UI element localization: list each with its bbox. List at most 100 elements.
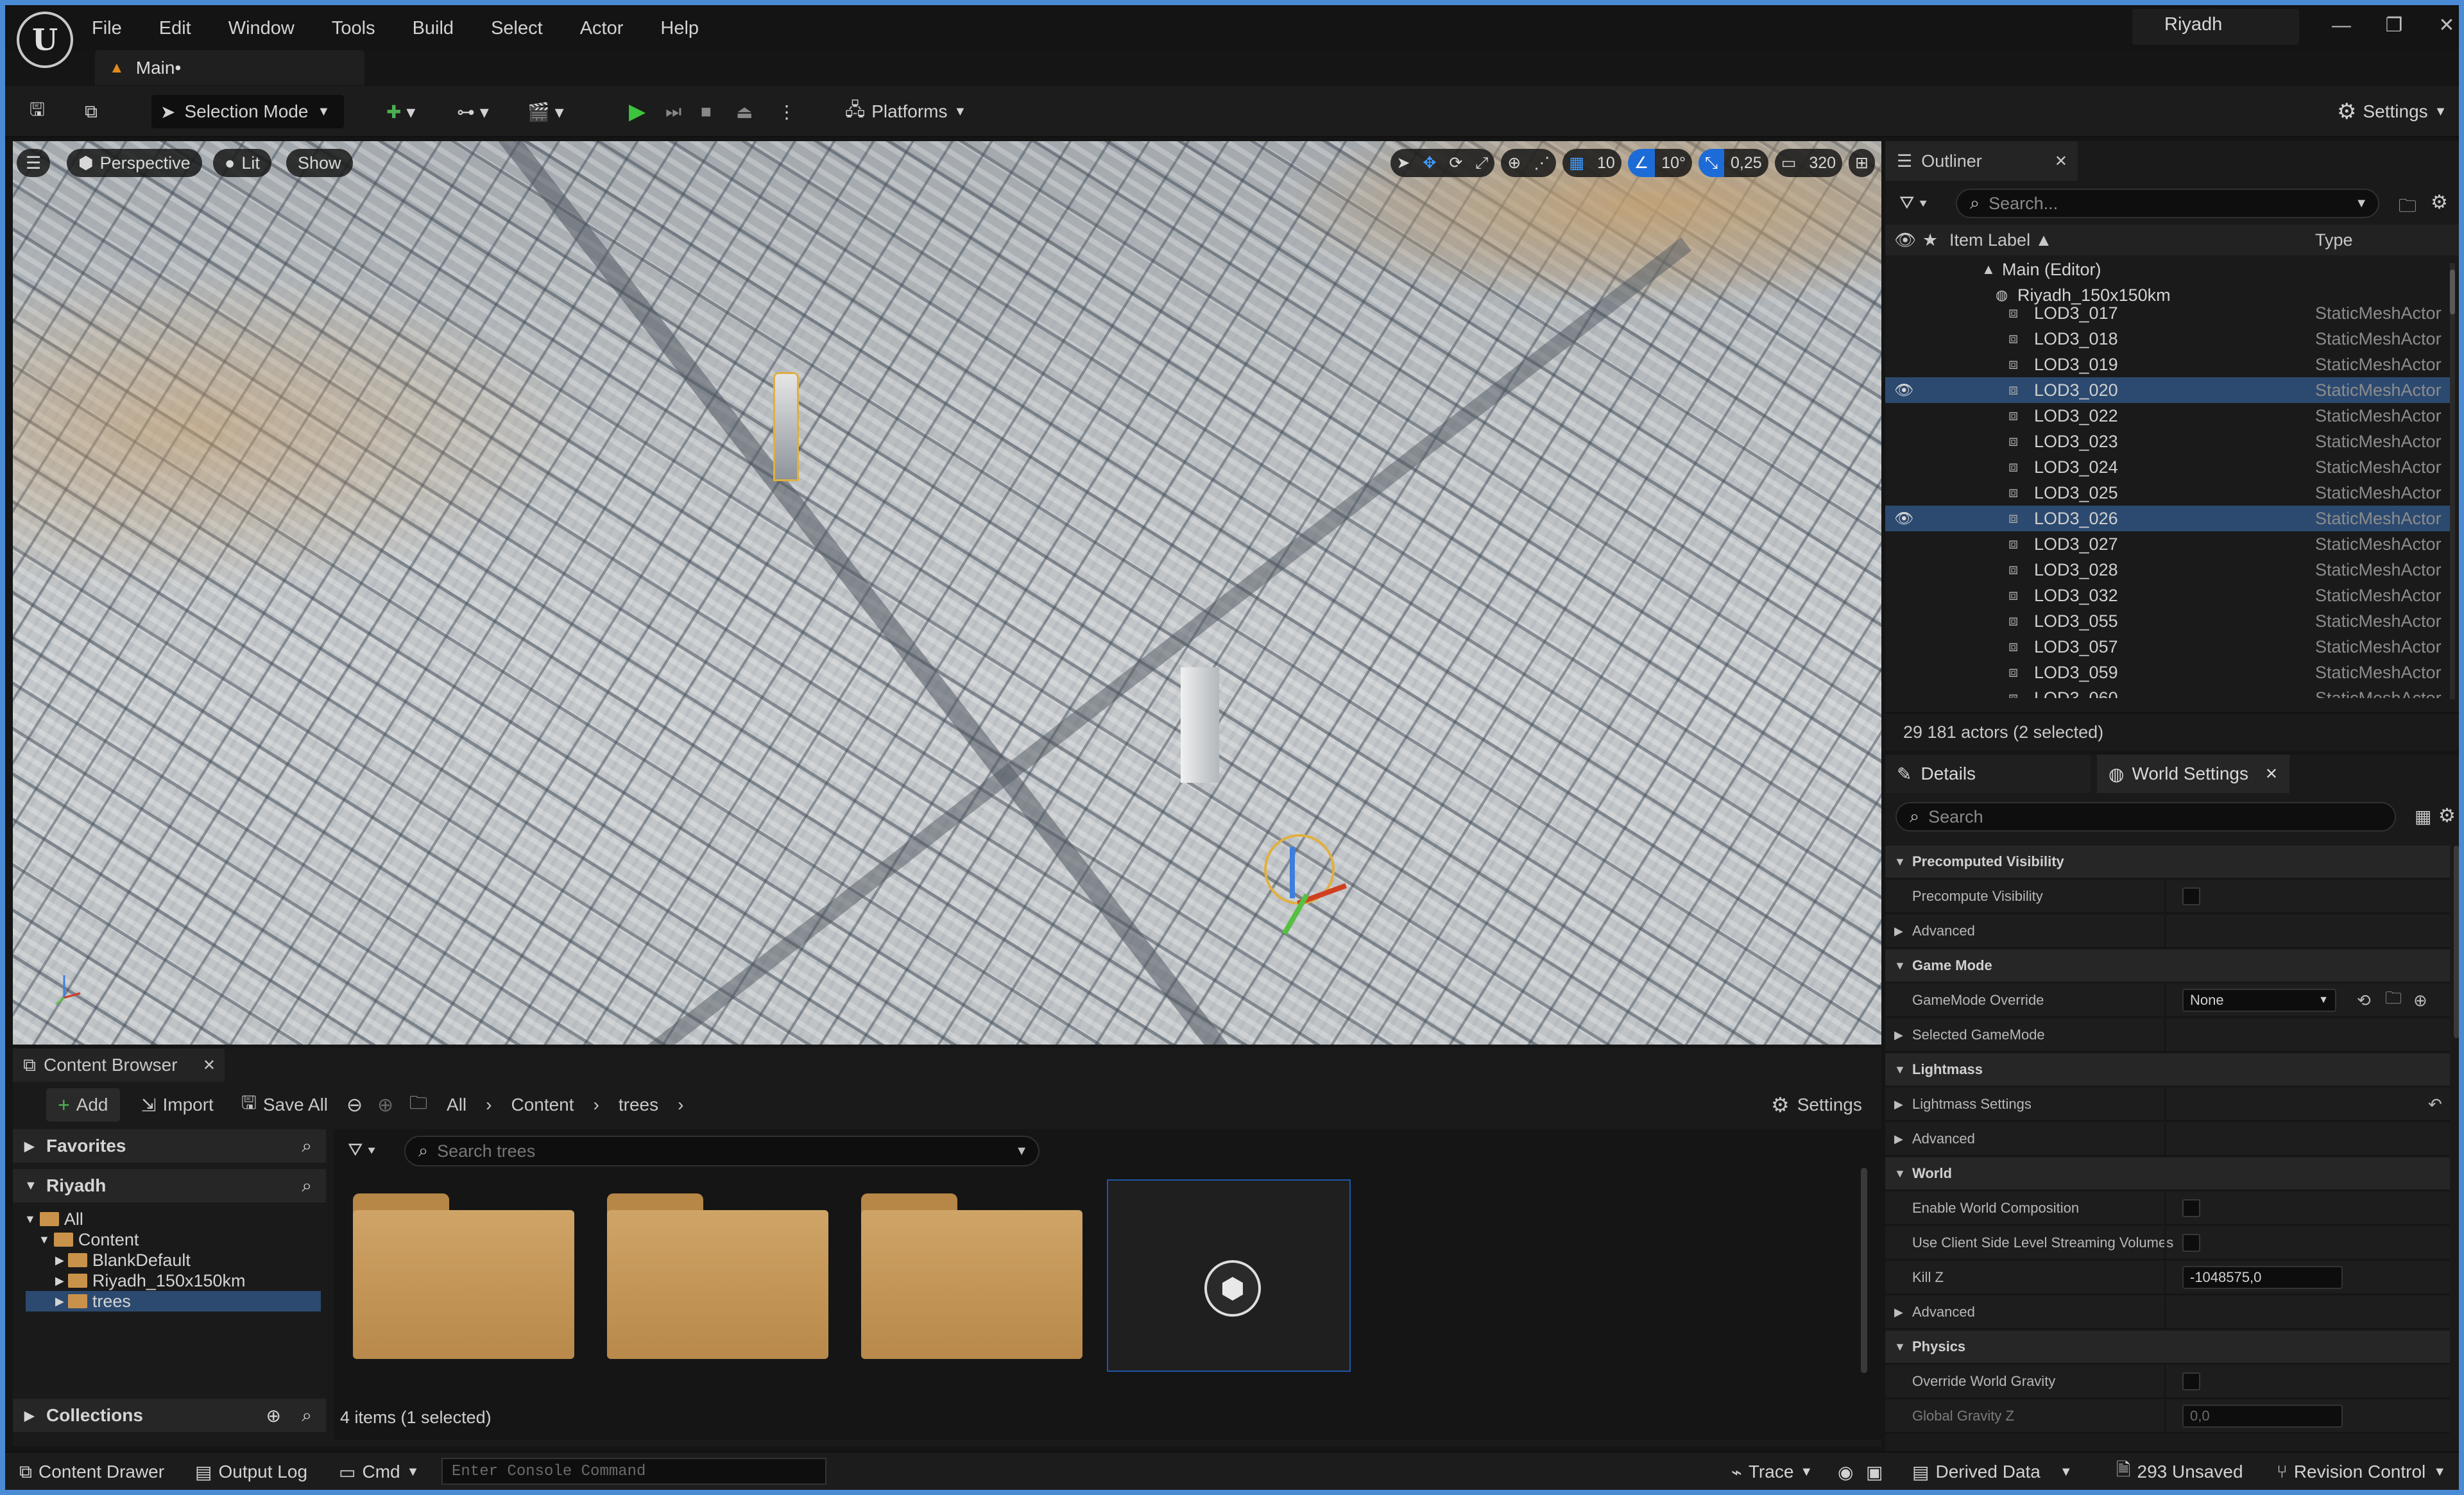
menu-tools[interactable]: Tools [332, 18, 375, 39]
rotation-snap-value[interactable]: 10° [1655, 149, 1693, 177]
cinematics-icon[interactable]: 🎬 ▾ [518, 95, 573, 128]
details-category[interactable]: ▼ Game Mode [1885, 950, 2450, 983]
details-property-row[interactable]: ▶ Advanced [1885, 1123, 2450, 1156]
outliner-row[interactable]: ⧈ LOD3_024 StaticMeshActor [1885, 454, 2450, 480]
details-property-row[interactable]: Kill Z -1048575,0 [1885, 1261, 2450, 1295]
menu-build[interactable]: Build [413, 18, 454, 39]
chevron-down-icon[interactable]: ▼ [2355, 196, 2368, 211]
content-icon[interactable]: ⧉ [76, 95, 107, 128]
tree-item-content[interactable]: ▼ Content [38, 1229, 139, 1250]
column-splitter[interactable] [2164, 984, 2166, 1018]
step-icon[interactable]: ⏭ [656, 95, 690, 128]
outliner-row[interactable]: ⧈ LOD3_028 StaticMeshActor [1885, 557, 2450, 583]
cmd-dropdown[interactable]: ▭ Cmd ▼ [339, 1453, 419, 1490]
collapse-arrow-icon[interactable]: ▶ [1894, 1029, 1903, 1042]
details-property-row[interactable]: Precompute Visibility [1885, 880, 2450, 914]
details-property-row[interactable]: Override World Gravity [1885, 1365, 2450, 1399]
eject-icon[interactable]: ⏏ [727, 95, 762, 128]
gamemode-select[interactable]: None ▼ [2182, 989, 2336, 1012]
tree-item-all[interactable]: ▼ All [24, 1209, 83, 1229]
import-button[interactable]: ⇲ Import [141, 1088, 214, 1122]
use-selected-icon[interactable]: 🗀 [2385, 986, 2402, 1014]
minimize-button[interactable]: — [2315, 15, 2368, 37]
expand-arrow-icon[interactable]: ▼ [1894, 855, 1906, 869]
grid-snap-icon[interactable]: ▦ [1562, 149, 1591, 177]
outliner-scrollbar[interactable] [2450, 263, 2455, 699]
grid-snap-value[interactable]: 10 [1590, 149, 1621, 177]
outliner-row[interactable]: ⧈ LOD3_057 StaticMeshActor [1885, 634, 2450, 660]
world-settings-tab[interactable]: ◍ World Settings ✕ [2097, 755, 2289, 793]
blueprint-icon[interactable]: ⊶ ▾ [448, 95, 498, 128]
property-checkbox[interactable] [2182, 1372, 2200, 1390]
viewport-menu-button[interactable]: ☰ [17, 149, 51, 177]
menu-window[interactable]: Window [228, 18, 295, 39]
gear-icon[interactable]: ⚙ [2438, 805, 2456, 827]
trace-dropdown[interactable]: ⌁ Trace ▼ [1731, 1453, 1813, 1490]
close-window-button[interactable]: ✕ [2420, 14, 2459, 37]
expand-arrow-icon[interactable]: ▼ [1894, 959, 1906, 973]
platforms-dropdown[interactable]: 🖧 Platforms ▼ [836, 95, 975, 128]
column-splitter[interactable] [2164, 1019, 2166, 1052]
level-viewport[interactable]: ☰ ⬢ Perspective ● Lit Show ➤ ✥ ⟳ ⤢ ⊕ ⋰ ▦… [13, 141, 1881, 1045]
details-property-row[interactable]: ▶ Selected GameMode [1885, 1019, 2450, 1052]
save-all-button[interactable]: 🖫 Save All [241, 1088, 328, 1122]
details-property-row[interactable]: Use Client Side Level Streaming Volumes [1885, 1227, 2450, 1260]
reset-icon[interactable]: ↶ [2428, 1095, 2442, 1115]
collapse-arrow-icon[interactable]: ▶ [1894, 925, 1903, 938]
breadcrumb-trees[interactable]: trees [619, 1095, 658, 1115]
property-checkbox[interactable] [2182, 1234, 2200, 1252]
column-splitter[interactable] [2164, 1261, 2166, 1295]
menu-file[interactable]: File [92, 18, 122, 39]
outliner-row[interactable]: ⧈ LOD3_018 StaticMeshActor [1885, 326, 2450, 352]
visibility-eye-icon[interactable]: 👁 [1894, 381, 1913, 400]
column-splitter[interactable] [2164, 1192, 2166, 1226]
folder-tile[interactable] [607, 1193, 828, 1359]
outliner-row[interactable]: ⧈ LOD3_022 StaticMeshActor [1885, 403, 2450, 429]
level-tab[interactable]: ▲ Main• [95, 50, 364, 85]
restore-button[interactable]: ❐ [2368, 14, 2420, 37]
close-tab-icon[interactable]: ✕ [2055, 152, 2067, 171]
details-property-row[interactable]: ▶ Advanced [1885, 915, 2450, 948]
move-tool-icon[interactable]: ✥ [1416, 149, 1443, 177]
scale-tool-icon[interactable]: ⤢ [1469, 149, 1495, 177]
property-checkbox[interactable] [2182, 887, 2200, 905]
rotation-snap-icon[interactable]: ∠ [1627, 149, 1656, 177]
outliner-search-input[interactable]: ⌕ Search... ▼ [1956, 189, 2379, 218]
world-space-icon[interactable]: ⊕ [1501, 149, 1528, 177]
folder-tile[interactable] [353, 1193, 574, 1359]
more-options-icon[interactable]: ⋮ [769, 95, 805, 128]
chevron-down-icon[interactable]: ▼ [1015, 1144, 1028, 1159]
asset-view-scrollbar[interactable] [1861, 1168, 1867, 1373]
menu-help[interactable]: Help [660, 18, 699, 39]
tree-row-main-editor[interactable]: ▲ Main (Editor) [1885, 257, 2450, 282]
menu-select[interactable]: Select [491, 18, 543, 39]
close-tab-icon[interactable]: ✕ [203, 1056, 216, 1075]
outliner-scroll-thumb[interactable] [2450, 269, 2455, 314]
outliner-row[interactable]: ⧈ LOD3_032 StaticMeshActor [1885, 583, 2450, 608]
details-property-row[interactable]: GameMode Override None ▼ ⟲ 🗀 ⊕ [1885, 984, 2450, 1018]
outliner-row[interactable]: 👁 ⧈ LOD3_020 StaticMeshActor [1885, 377, 2450, 403]
visibility-eye-icon[interactable]: 👁 [1894, 509, 1913, 528]
outliner-row[interactable]: ⧈ LOD3_023 StaticMeshActor [1885, 429, 2450, 454]
menu-actor[interactable]: Actor [580, 18, 624, 39]
lit-button[interactable]: ● Lit [213, 149, 271, 177]
details-search-input[interactable]: ⌕ Search [1895, 802, 2396, 832]
show-button[interactable]: Show [286, 149, 353, 177]
perspective-button[interactable]: ⬢ Perspective [67, 149, 202, 177]
output-log-button[interactable]: ▤ Output Log [195, 1453, 307, 1490]
breadcrumb-content[interactable]: Content [511, 1095, 574, 1115]
select-tool-icon[interactable]: ➤ [1390, 149, 1417, 177]
asset-search-input[interactable]: ⌕ Search trees ▼ [404, 1136, 1040, 1166]
revision-control-dropdown[interactable]: ⑂ Revision Control ▼ [2277, 1453, 2446, 1490]
column-splitter[interactable] [2164, 1400, 2166, 1433]
add-folder-icon[interactable]: 🗀 [2399, 192, 2417, 223]
expand-arrow-icon[interactable]: ▼ [1894, 1340, 1906, 1354]
property-value-field[interactable]: 0,0 [2182, 1405, 2343, 1428]
outliner-row[interactable]: ⧈ LOD3_060 StaticMeshActor [1885, 685, 2450, 699]
filter-icon[interactable]: ⛛ ▾ [348, 1140, 375, 1161]
property-value-field[interactable]: -1048575,0 [2182, 1266, 2343, 1289]
scale-snap-value[interactable]: 0,25 [1724, 149, 1768, 177]
details-property-row[interactable]: ▶ Advanced [1885, 1296, 2450, 1329]
outliner-row[interactable]: ⧈ LOD3_055 StaticMeshActor [1885, 608, 2450, 634]
history-back-icon[interactable]: ⊖ [346, 1088, 363, 1122]
